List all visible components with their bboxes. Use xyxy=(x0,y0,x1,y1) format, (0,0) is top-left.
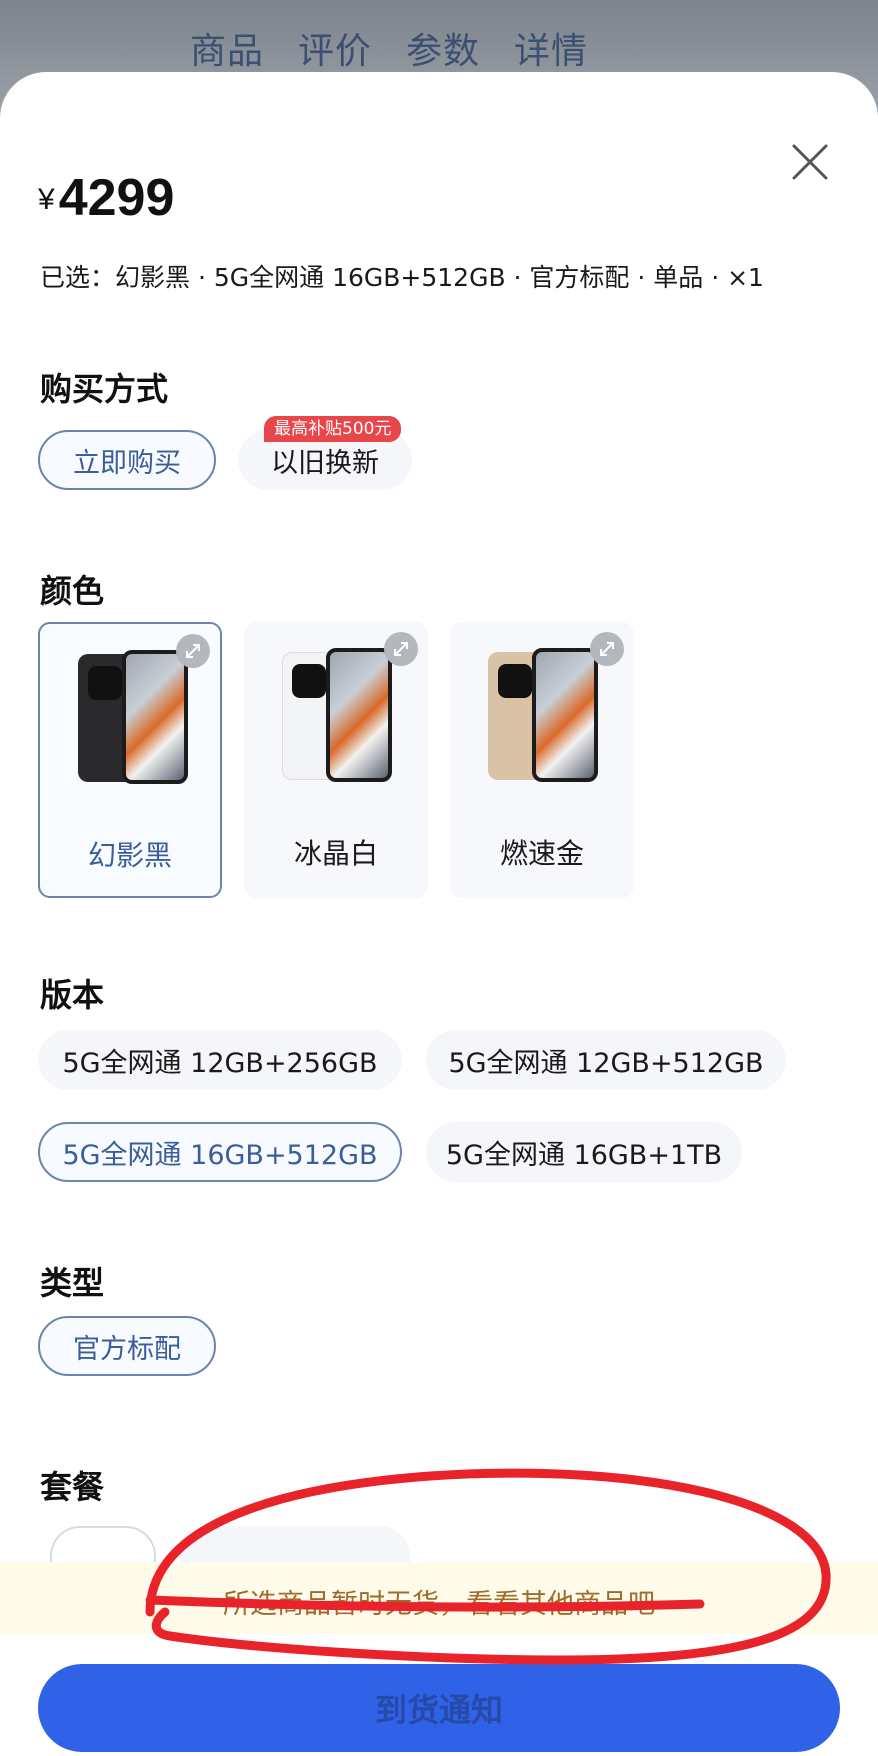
subsidy-badge: 最高补贴500元 xyxy=(264,416,402,442)
tab-specs[interactable]: 参数 xyxy=(406,22,480,74)
package-option[interactable] xyxy=(180,1526,410,1562)
tab-reviews[interactable]: 评价 xyxy=(298,22,372,74)
color-option-white[interactable]: 冰晶白 xyxy=(244,622,428,898)
version-option-12-512[interactable]: 5G全网通 12GB+512GB xyxy=(426,1030,786,1090)
color-option-gold[interactable]: 燃速金 xyxy=(450,622,634,898)
expand-icon xyxy=(186,644,200,658)
purchase-method-title: 购买方式 xyxy=(40,370,169,408)
phone-image xyxy=(282,648,392,782)
tab-product[interactable]: 商品 xyxy=(190,22,264,74)
arrival-notice-button[interactable]: 到货通知 xyxy=(38,1664,840,1752)
version-option-16-1tb[interactable]: 5G全网通 16GB+1TB xyxy=(426,1122,742,1182)
sku-selection-sheet xyxy=(0,72,878,1756)
color-title: 颜色 xyxy=(40,572,105,610)
price: ¥4299 xyxy=(38,168,174,228)
option-buy-now[interactable]: 立即购买 xyxy=(38,430,216,490)
color-label: 冰晶白 xyxy=(293,837,378,870)
close-button[interactable] xyxy=(790,142,830,182)
price-amount: 4299 xyxy=(58,169,175,227)
phone-image xyxy=(78,650,188,784)
expand-icon xyxy=(600,642,614,656)
color-label: 燃速金 xyxy=(499,837,584,870)
expand-button[interactable] xyxy=(176,634,210,668)
expand-icon xyxy=(394,642,408,656)
color-label: 幻影黑 xyxy=(87,839,172,872)
close-icon xyxy=(792,144,828,180)
button-label: 到货通知 xyxy=(374,1691,503,1729)
color-option-black[interactable]: 幻影黑 xyxy=(38,622,222,898)
version-title: 版本 xyxy=(40,976,105,1014)
expand-button[interactable] xyxy=(590,632,624,666)
phone-image xyxy=(488,648,598,782)
version-option-12-256[interactable]: 5G全网通 12GB+256GB xyxy=(38,1030,402,1090)
tab-details[interactable]: 详情 xyxy=(514,22,588,74)
type-title: 类型 xyxy=(40,1264,105,1302)
out-of-stock-text: 所选商品暂时无货，看看其他商品吧 xyxy=(223,1589,655,1620)
expand-button[interactable] xyxy=(384,632,418,666)
package-title: 套餐 xyxy=(40,1468,105,1506)
currency-symbol: ¥ xyxy=(38,183,55,216)
background-tab-bar: 商品 评价 参数 详情 xyxy=(190,22,588,74)
type-option-standard[interactable]: 官方标配 xyxy=(38,1316,216,1376)
selected-summary: 已选：幻影黑 · 5G全网通 16GB+512GB · 官方标配 · 单品 · … xyxy=(40,263,764,292)
version-option-16-512[interactable]: 5G全网通 16GB+512GB xyxy=(38,1122,402,1182)
